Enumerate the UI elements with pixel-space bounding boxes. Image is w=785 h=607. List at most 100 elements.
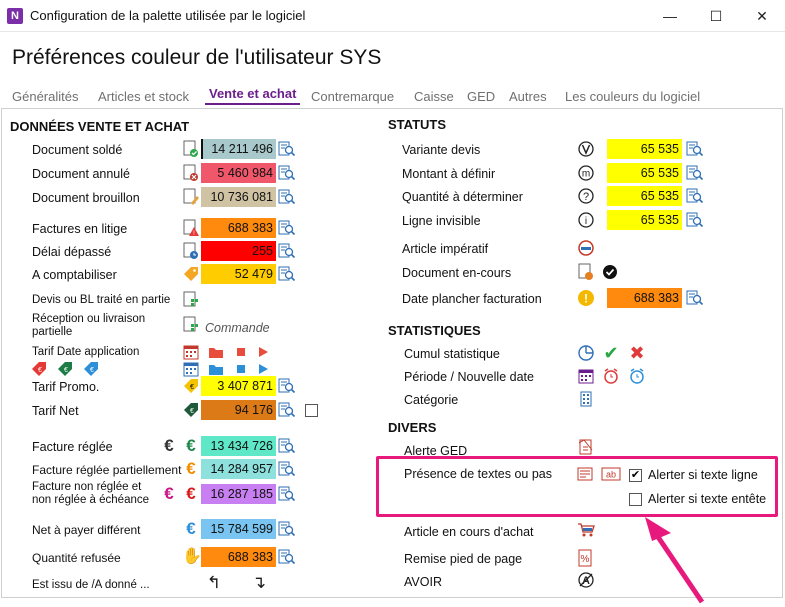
label-document-annule: Document annulé [32, 167, 130, 181]
zoom-facture-reglee[interactable] [278, 437, 296, 455]
tag-red-icon: € [30, 360, 48, 378]
color-document-brouillon[interactable]: 10 736 081 [201, 187, 276, 207]
label-facture-non-reglee: Facture non réglée et non réglée à échéa… [32, 481, 150, 506]
tab-autres[interactable]: Autres [509, 89, 547, 104]
question-circle-icon: ? [577, 187, 595, 205]
zoom-factures-litige[interactable] [278, 219, 296, 237]
commande-note: Commande [205, 321, 270, 335]
label-article-achat: Article en cours d'achat [404, 525, 534, 539]
arrow-turn-left-icon: ↰ [206, 573, 222, 592]
tag-orange-icon [182, 265, 200, 283]
svg-text:€: € [190, 384, 194, 391]
document-alert-icon [577, 438, 595, 456]
zoom-montant-definir[interactable] [686, 164, 704, 182]
alarm-red-icon [602, 367, 620, 385]
color-date-plancher[interactable]: 688 383 [607, 288, 682, 308]
zoom-quantite-determiner[interactable] [686, 187, 704, 205]
calendar-red-icon [182, 343, 200, 361]
variante-v-icon [577, 140, 595, 158]
pie-chart-icon [577, 344, 595, 362]
tab-vente-achat[interactable]: Vente et achat [204, 86, 301, 105]
color-net-payer[interactable]: 15 784 599 [201, 519, 276, 539]
zoom-tarif-net[interactable] [278, 401, 296, 419]
zoom-facture-partielle[interactable] [278, 460, 296, 478]
zoom-quantite-refusee[interactable] [278, 548, 296, 566]
tag-blue-icon: € [82, 360, 100, 378]
stop-red-icon [232, 343, 250, 361]
tab-ged[interactable]: GED [467, 89, 495, 104]
zoom-document-annule[interactable] [278, 164, 296, 182]
tag-green-icon: € [56, 360, 74, 378]
label-quantite-determiner: Quantité à déterminer [402, 190, 523, 204]
label-net-payer: Net à payer différent [32, 523, 141, 537]
svg-text:€: € [64, 367, 68, 374]
color-quantite-refusee[interactable]: 688 383 [201, 547, 276, 567]
zoom-facture-non-reglee[interactable] [278, 485, 296, 503]
svg-text:!: ! [584, 292, 588, 306]
zoom-delai-depasse[interactable] [278, 242, 296, 260]
zoom-a-comptabiliser[interactable] [278, 265, 296, 283]
tarif-net-checkbox[interactable] [305, 404, 318, 417]
color-delai-depasse[interactable]: 255 [201, 241, 276, 261]
section-statuts: STATUTS [388, 117, 447, 132]
euro-dark-icon: € [164, 436, 174, 455]
zoom-net-payer[interactable] [278, 520, 296, 538]
color-facture-reglee[interactable]: 13 434 726 [201, 436, 276, 456]
svg-text:i: i [585, 216, 587, 227]
tab-contremarque[interactable]: Contremarque [311, 89, 394, 104]
tab-generalites[interactable]: Généralités [12, 89, 78, 104]
app-icon: N [7, 8, 23, 24]
label-avoir: AVOIR [404, 575, 442, 589]
close-button[interactable]: ✕ [739, 0, 785, 32]
color-ligne-invisible[interactable]: 65 535 [607, 210, 682, 230]
shopping-cart-icon [577, 521, 595, 539]
color-facture-partielle[interactable]: 14 284 957 [201, 459, 276, 479]
minimize-button[interactable]: — [647, 0, 693, 32]
color-document-solde[interactable]: 14 211 496 [201, 139, 276, 159]
color-document-annule[interactable]: 5 460 984 [201, 163, 276, 183]
euro-magenta-icon: € [164, 484, 174, 503]
label-tarif-net: Tarif Net [32, 404, 79, 418]
color-tarif-promo[interactable]: 3 407 871 [201, 376, 276, 396]
svg-text:m: m [582, 169, 590, 180]
label-document-solde: Document soldé [32, 143, 123, 157]
label-article-imperatif: Article impératif [402, 242, 489, 256]
document-progress-icon [577, 263, 595, 281]
title-bar: N Configuration de la palette utilisée p… [0, 0, 785, 32]
label-cumul-statistique: Cumul statistique [404, 347, 500, 361]
zoom-variante-devis[interactable] [686, 140, 704, 158]
color-montant-definir[interactable]: 65 535 [607, 163, 682, 183]
zoom-tarif-promo[interactable] [278, 377, 296, 395]
check-circle-black-icon [601, 263, 619, 281]
highlight-box [376, 456, 778, 517]
euro-orange-icon: € [186, 459, 196, 478]
svg-text:%: % [581, 554, 590, 565]
maximize-button[interactable]: ☐ [693, 0, 739, 32]
color-variante-devis[interactable]: 65 535 [607, 139, 682, 159]
zoom-document-solde[interactable] [278, 140, 296, 158]
check-green-icon: ✔ [603, 343, 619, 363]
zoom-date-plancher[interactable] [686, 289, 704, 307]
color-facture-non-reglee[interactable]: 16 287 185 [201, 484, 276, 504]
euro-red-icon: € [186, 484, 196, 503]
calendar-blue-icon [182, 360, 200, 378]
zoom-document-brouillon[interactable] [278, 188, 296, 206]
label-variante-devis: Variante devis [402, 143, 481, 157]
label-tarif-date: Tarif Date application [32, 346, 140, 358]
tab-caisse[interactable]: Caisse [414, 89, 454, 104]
color-factures-litige[interactable]: 688 383 [201, 218, 276, 238]
tab-articles-stock[interactable]: Articles et stock [98, 89, 189, 104]
color-tarif-net[interactable]: 94 176 [201, 400, 276, 420]
tab-couleurs-logiciel[interactable]: Les couleurs du logiciel [565, 89, 700, 104]
arrow-turn-down-icon: ↴ [251, 573, 267, 592]
label-date-plancher: Date plancher facturation [402, 292, 542, 306]
color-quantite-determiner[interactable]: 65 535 [607, 186, 682, 206]
play-red-icon [254, 343, 272, 361]
color-a-comptabiliser[interactable]: 52 479 [201, 264, 276, 284]
zoom-ligne-invisible[interactable] [686, 211, 704, 229]
label-montant-definir: Montant à définir [402, 167, 496, 181]
document-warning-icon: ! [182, 219, 200, 237]
alarm-blue-icon [628, 367, 646, 385]
label-ligne-invisible: Ligne invisible [402, 214, 481, 228]
info-circle-icon: i [577, 211, 595, 229]
